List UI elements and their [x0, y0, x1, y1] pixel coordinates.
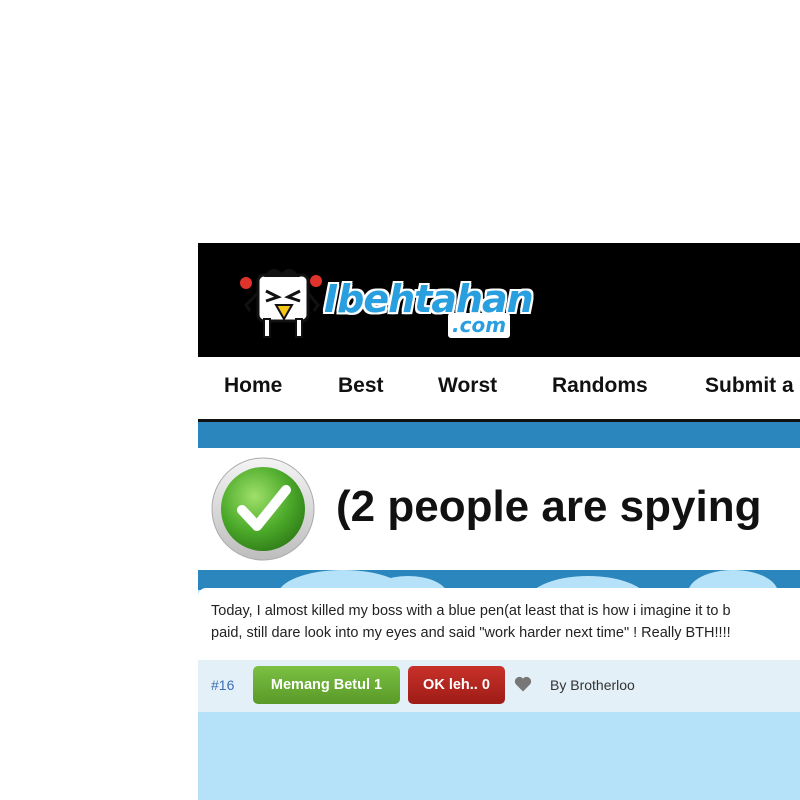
- post-text-line-2: paid, still dare look into my eyes and s…: [211, 625, 731, 641]
- nav-item-randoms[interactable]: Randoms: [552, 374, 648, 398]
- site-logo[interactable]: Ibehtahan .com: [236, 261, 534, 341]
- disagree-button[interactable]: OK leh.. 0: [408, 666, 505, 704]
- green-check-icon: [211, 457, 315, 561]
- site-header: Ibehtahan .com: [198, 243, 800, 357]
- post-text-line-1: Today, I almost killed my boss with a bl…: [211, 603, 731, 619]
- cloud-decoration: [198, 570, 800, 590]
- penguin-mascot-icon: [240, 268, 322, 338]
- post-author: By Brotherloo: [550, 677, 635, 693]
- nav-item-submit[interactable]: Submit a: [705, 374, 794, 398]
- post-actions: #16 Memang Betul 1 OK leh.. 0 By Brother…: [198, 660, 800, 712]
- post-text: Today, I almost killed my boss with a bl…: [211, 600, 800, 644]
- logo-domain: .com: [448, 313, 511, 338]
- nav-item-worst[interactable]: Worst: [438, 374, 497, 398]
- post-card: Today, I almost killed my boss with a bl…: [198, 588, 800, 660]
- spying-count-text: (2 people are spying: [336, 482, 762, 531]
- nav-item-best[interactable]: Best: [338, 374, 384, 398]
- spying-banner: (2 people are spying: [198, 448, 800, 570]
- website-frame: Ibehtahan .com Home Best Worst Randoms S…: [198, 243, 800, 800]
- main-nav: Home Best Worst Randoms Submit a: [198, 357, 800, 422]
- agree-button[interactable]: Memang Betul 1: [253, 666, 400, 704]
- heart-icon[interactable]: [513, 674, 533, 694]
- blue-divider: [198, 422, 800, 448]
- post-number[interactable]: #16: [211, 677, 234, 693]
- nav-item-home[interactable]: Home: [224, 374, 282, 398]
